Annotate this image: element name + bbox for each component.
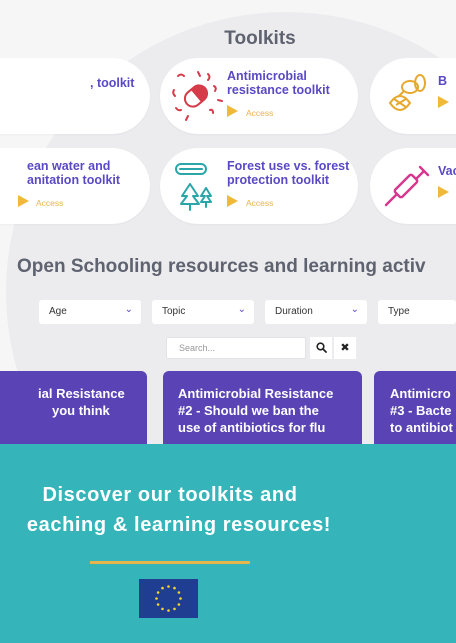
section-title: Open Schooling resources and learning ac…	[17, 256, 426, 277]
toolkits-title: Toolkits	[224, 28, 296, 49]
toolkit-card-title: ean water and anitation toolkit	[27, 159, 121, 187]
search-button[interactable]	[310, 337, 332, 359]
banner-heading-line2: eaching & learning resources!	[26, 514, 332, 536]
banner-heading-line1: Discover our toolkits and	[42, 484, 298, 506]
toolkit-card-clean-water[interactable]: ean water and anitation toolkit Access	[0, 148, 150, 224]
filter-label: Type	[388, 306, 410, 317]
toolkit-card-vaccines[interactable]: Vac	[370, 148, 456, 224]
clear-button[interactable]: ✖	[334, 337, 356, 359]
toolkit-card-title: Antimicrobial resistance toolkit	[227, 69, 330, 97]
filter-label: Age	[49, 306, 67, 317]
toolkit-card-title: , toolkit	[90, 76, 135, 90]
toolkit-card-title: B	[438, 74, 448, 88]
toolkit-card-generic[interactable]: , toolkit	[0, 58, 150, 134]
access-link[interactable]: Access	[36, 198, 63, 208]
pill-bacteria-icon	[172, 71, 223, 121]
filter-type[interactable]: Type	[378, 300, 456, 324]
syringe-icon	[384, 165, 430, 207]
access-link[interactable]: Access	[246, 108, 273, 118]
page: Toolkits , toolkit Antimicrobial resista…	[0, 0, 456, 643]
toolkit-card-antimicrobial[interactable]: Antimicrobial resistance toolkit Access	[160, 58, 358, 134]
play-icon[interactable]	[438, 186, 449, 198]
chevron-down-icon: ⌄	[124, 304, 133, 315]
chevron-down-icon: ⌄	[350, 304, 359, 315]
play-icon[interactable]	[18, 195, 29, 207]
play-icon[interactable]	[227, 105, 238, 117]
toolkit-card-title: Forest use vs. forest protection toolkit	[227, 159, 350, 187]
bee-icon	[388, 74, 426, 111]
resource-card-title: Antimicro #3 - Bacte to antibiot	[390, 386, 453, 435]
toolkit-card-bees[interactable]: B	[370, 58, 456, 134]
close-icon: ✖	[340, 342, 350, 354]
access-link[interactable]: Access	[246, 198, 273, 208]
comma-glyph: ,	[90, 76, 97, 90]
tree-saw-icon	[175, 163, 212, 211]
resource-card-title: Antimicrobial Resistance #2 - Should we …	[178, 386, 334, 435]
filter-label: Topic	[162, 306, 186, 317]
chevron-down-icon: ⌄	[237, 304, 246, 315]
play-icon[interactable]	[227, 195, 238, 207]
filter-topic[interactable]: Topic ⌄	[152, 300, 254, 324]
filter-label: Duration	[275, 306, 313, 317]
toolkit-card-forest-use[interactable]: Forest use vs. forest protection toolkit…	[160, 148, 358, 224]
promo-banner: Discover our toolkits and eaching & lear…	[0, 444, 456, 643]
filter-duration[interactable]: Duration ⌄	[265, 300, 367, 324]
toolkit-card-title: Vac	[438, 164, 456, 178]
divider	[90, 561, 250, 564]
play-icon[interactable]	[438, 96, 449, 108]
search-input[interactable]: Search...	[166, 337, 306, 359]
eu-flag-icon	[139, 579, 198, 618]
filter-age[interactable]: Age ⌄	[39, 300, 141, 324]
search-icon	[315, 342, 327, 353]
resource-card-title: ial Resistance you think	[38, 386, 125, 418]
